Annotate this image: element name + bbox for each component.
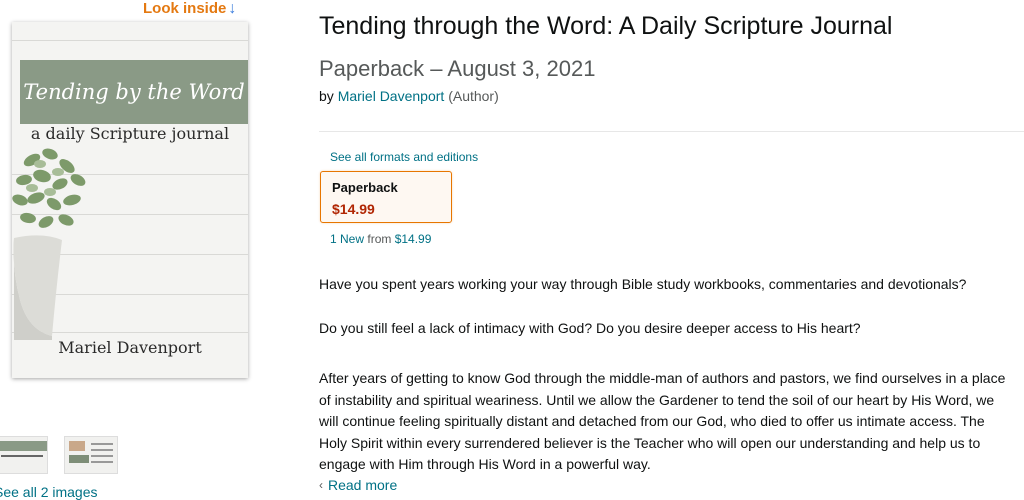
offers-price-link[interactable]: $14.99 xyxy=(395,232,432,246)
offers-from-label: from xyxy=(367,232,392,246)
format-price: $14.99 xyxy=(332,201,375,217)
product-title: Tending through the Word: A Daily Script… xyxy=(319,12,893,40)
offers-line: 1 New from $14.99 xyxy=(330,232,431,246)
cover-title-band: Tending by the Word xyxy=(20,60,248,124)
book-cover-image[interactable]: Tending by the Word a daily Scripture jo… xyxy=(12,22,248,378)
format-date: Paperback – August 3, 2021 xyxy=(319,56,596,81)
description-paragraph-3: After years of getting to know God throu… xyxy=(319,370,1006,472)
divider xyxy=(319,131,1024,132)
look-inside-link[interactable]: Look inside ↓ xyxy=(143,0,236,18)
author-role: (Author) xyxy=(448,88,499,104)
cover-author: Mariel Davenport xyxy=(58,338,202,357)
format-name: Paperback xyxy=(332,180,398,195)
cover-title: Tending by the Word xyxy=(23,80,245,104)
read-more-link[interactable]: ‹ Read more xyxy=(319,477,397,493)
author-link[interactable]: Mariel Davenport xyxy=(338,88,445,104)
thumbnail-interior[interactable] xyxy=(64,436,118,474)
description-paragraph-1: Have you spent years working your way th… xyxy=(319,276,967,292)
thumbnail-cover[interactable] xyxy=(0,436,48,474)
by-label: by xyxy=(319,88,334,104)
byline: by Mariel Davenport (Author) xyxy=(319,88,499,104)
plant-illustration xyxy=(12,148,86,340)
format-option-paperback[interactable]: Paperback $14.99 xyxy=(320,171,452,223)
new-offers-link[interactable]: 1 New xyxy=(330,232,364,246)
read-more-label: Read more xyxy=(328,477,398,493)
down-arrow-icon: ↓ xyxy=(228,0,237,17)
see-all-formats-link[interactable]: See all formats and editions xyxy=(330,150,478,164)
description-paragraph-2: Do you still feel a lack of intimacy wit… xyxy=(319,320,861,336)
look-inside-label: Look inside xyxy=(143,0,227,17)
chevron-left-icon: ‹ xyxy=(319,478,323,492)
